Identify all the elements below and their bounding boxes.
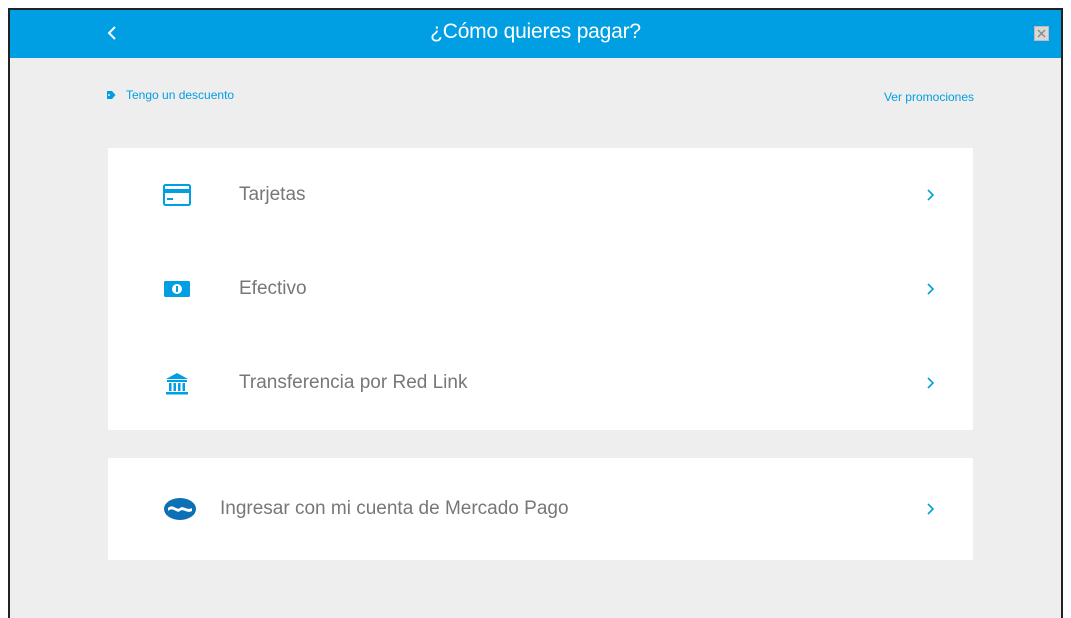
chevron-right-icon [927,189,935,201]
discount-row: Tengo un descuento Ver promociones [10,88,1061,112]
mercadopago-login-label: Ingresar con mi cuenta de Mercado Pago [220,498,569,519]
payment-option-cash[interactable]: Efectivo [108,242,973,336]
mercadopago-logo-icon [160,494,200,524]
payment-option-bank-transfer[interactable]: Transferencia por Red Link [108,336,973,430]
page-title: ¿Cómo quieres pagar? [430,20,641,43]
tag-icon [107,91,116,99]
chevron-right-icon [927,377,935,389]
bank-icon [162,368,192,398]
mercadopago-login-card: Ingresar con mi cuenta de Mercado Pago [108,458,973,560]
payment-methods-card: Tarjetas Efectivo Transferencia por Red … [108,148,973,430]
discount-link[interactable]: Tengo un descuento [106,88,234,102]
header-bar: ¿Cómo quieres pagar? [10,10,1061,58]
payment-option-cards[interactable]: Tarjetas [108,148,973,242]
credit-card-icon [162,180,192,210]
close-icon [1037,29,1046,38]
chevron-right-icon [927,283,935,295]
cash-icon [162,274,192,304]
promotions-link[interactable]: Ver promociones [884,90,974,104]
payment-option-label: Efectivo [239,278,307,299]
mercadopago-login-option[interactable]: Ingresar con mi cuenta de Mercado Pago [108,458,973,560]
discount-label: Tengo un descuento [126,88,235,102]
payment-option-label: Transferencia por Red Link [239,372,468,393]
chevron-right-icon [927,503,935,515]
payment-option-label: Tarjetas [239,184,306,205]
checkout-window: ¿Cómo quieres pagar? Tengo un descuento … [8,8,1063,618]
close-button[interactable] [1034,26,1049,41]
